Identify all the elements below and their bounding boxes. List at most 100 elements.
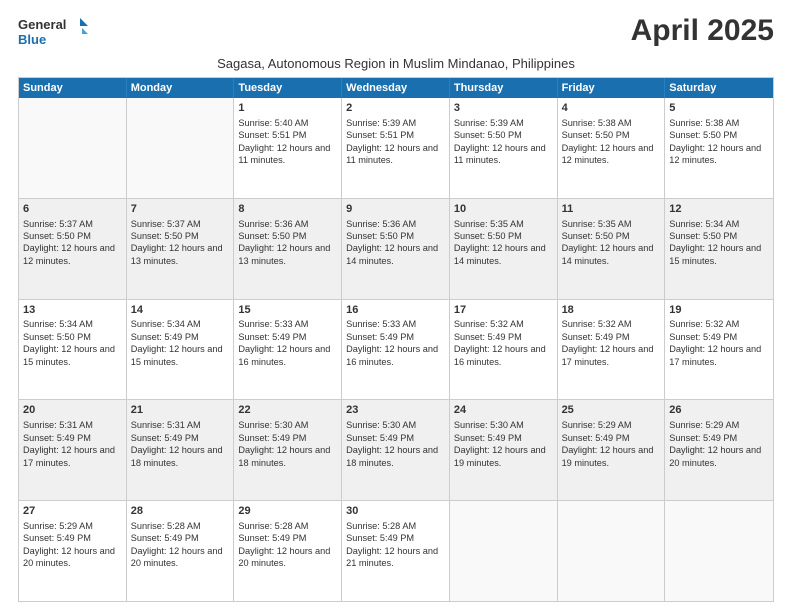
day-info: Daylight: 12 hours and 15 minutes. <box>23 343 122 368</box>
day-number: 17 <box>454 303 553 318</box>
day-info: Sunset: 5:49 PM <box>346 532 445 544</box>
calendar-cell: 14Sunrise: 5:34 AMSunset: 5:49 PMDayligh… <box>127 300 235 400</box>
calendar-cell: 18Sunrise: 5:32 AMSunset: 5:49 PMDayligh… <box>558 300 666 400</box>
day-info: Sunrise: 5:36 AM <box>346 218 445 230</box>
day-info: Sunset: 5:49 PM <box>238 432 337 444</box>
day-number: 14 <box>131 303 230 318</box>
day-number: 18 <box>562 303 661 318</box>
day-number: 25 <box>562 403 661 418</box>
day-info: Sunset: 5:51 PM <box>238 129 337 141</box>
day-info: Sunset: 5:50 PM <box>562 129 661 141</box>
day-info: Daylight: 12 hours and 17 minutes. <box>669 343 769 368</box>
day-info: Daylight: 12 hours and 14 minutes. <box>346 242 445 267</box>
calendar-cell <box>450 501 558 601</box>
day-info: Sunrise: 5:29 AM <box>562 419 661 431</box>
day-info: Sunset: 5:49 PM <box>23 432 122 444</box>
calendar-row-4: 27Sunrise: 5:29 AMSunset: 5:49 PMDayligh… <box>19 501 773 601</box>
calendar: SundayMondayTuesdayWednesdayThursdayFrid… <box>18 77 774 602</box>
day-info: Sunset: 5:49 PM <box>454 331 553 343</box>
day-number: 15 <box>238 303 337 318</box>
calendar-cell <box>19 98 127 198</box>
day-info: Sunrise: 5:37 AM <box>131 218 230 230</box>
day-number: 13 <box>23 303 122 318</box>
day-info: Sunset: 5:49 PM <box>669 331 769 343</box>
day-info: Sunset: 5:49 PM <box>669 432 769 444</box>
day-info: Daylight: 12 hours and 12 minutes. <box>23 242 122 267</box>
day-info: Sunrise: 5:30 AM <box>238 419 337 431</box>
day-number: 2 <box>346 101 445 116</box>
day-info: Daylight: 12 hours and 13 minutes. <box>131 242 230 267</box>
day-info: Sunrise: 5:34 AM <box>23 318 122 330</box>
day-info: Daylight: 12 hours and 14 minutes. <box>562 242 661 267</box>
calendar-cell: 28Sunrise: 5:28 AMSunset: 5:49 PMDayligh… <box>127 501 235 601</box>
weekday-header-thursday: Thursday <box>450 78 558 98</box>
day-info: Sunset: 5:49 PM <box>131 532 230 544</box>
day-number: 6 <box>23 202 122 217</box>
day-info: Sunrise: 5:29 AM <box>669 419 769 431</box>
calendar-cell: 17Sunrise: 5:32 AMSunset: 5:49 PMDayligh… <box>450 300 558 400</box>
day-info: Daylight: 12 hours and 13 minutes. <box>238 242 337 267</box>
day-info: Daylight: 12 hours and 16 minutes. <box>454 343 553 368</box>
day-number: 30 <box>346 504 445 519</box>
calendar-cell: 23Sunrise: 5:30 AMSunset: 5:49 PMDayligh… <box>342 400 450 500</box>
day-number: 22 <box>238 403 337 418</box>
subtitle: Sagasa, Autonomous Region in Muslim Mind… <box>18 56 774 71</box>
day-info: Sunrise: 5:28 AM <box>346 520 445 532</box>
title-block: April 2025 <box>631 14 774 48</box>
day-number: 23 <box>346 403 445 418</box>
day-info: Sunrise: 5:39 AM <box>346 117 445 129</box>
day-info: Sunset: 5:50 PM <box>562 230 661 242</box>
calendar-row-0: 1Sunrise: 5:40 AMSunset: 5:51 PM Daylight… <box>19 98 773 199</box>
day-number: 8 <box>238 202 337 217</box>
day-info: Sunset: 5:49 PM <box>238 331 337 343</box>
day-number: 12 <box>669 202 769 217</box>
day-info: Sunset: 5:49 PM <box>346 331 445 343</box>
day-info: Sunrise: 5:35 AM <box>454 218 553 230</box>
day-info: Sunrise: 5:31 AM <box>23 419 122 431</box>
calendar-cell: 20Sunrise: 5:31 AMSunset: 5:49 PMDayligh… <box>19 400 127 500</box>
day-info: Sunrise: 5:38 AM <box>562 117 661 129</box>
page: General Blue April 2025 Sagasa, Autonomo… <box>0 0 792 612</box>
calendar-cell: 22Sunrise: 5:30 AMSunset: 5:49 PMDayligh… <box>234 400 342 500</box>
calendar-cell: 29Sunrise: 5:28 AMSunset: 5:49 PMDayligh… <box>234 501 342 601</box>
svg-text:Blue: Blue <box>18 32 46 47</box>
day-number: 28 <box>131 504 230 519</box>
day-info: Daylight: 12 hours and 18 minutes. <box>131 444 230 469</box>
calendar-cell: 27Sunrise: 5:29 AMSunset: 5:49 PMDayligh… <box>19 501 127 601</box>
day-info: Sunrise: 5:40 AM <box>238 117 337 129</box>
day-number: 7 <box>131 202 230 217</box>
day-number: 1 <box>238 101 337 116</box>
day-info: Sunset: 5:49 PM <box>562 331 661 343</box>
calendar-cell: 5Sunrise: 5:38 AMSunset: 5:50 PMDaylight… <box>665 98 773 198</box>
day-info: Sunset: 5:50 PM <box>669 129 769 141</box>
day-info: Sunrise: 5:36 AM <box>238 218 337 230</box>
calendar-header: SundayMondayTuesdayWednesdayThursdayFrid… <box>19 78 773 98</box>
day-info: Sunset: 5:50 PM <box>23 230 122 242</box>
day-info: Daylight: 12 hours and 19 minutes. <box>454 444 553 469</box>
day-info: Daylight: 12 hours and 20 minutes. <box>238 545 337 570</box>
calendar-row-3: 20Sunrise: 5:31 AMSunset: 5:49 PMDayligh… <box>19 400 773 501</box>
day-info: Daylight: 12 hours and 18 minutes. <box>346 444 445 469</box>
calendar-cell: 19Sunrise: 5:32 AMSunset: 5:49 PMDayligh… <box>665 300 773 400</box>
day-info: Sunset: 5:50 PM <box>454 230 553 242</box>
weekday-header-saturday: Saturday <box>665 78 773 98</box>
day-info: Sunrise: 5:32 AM <box>454 318 553 330</box>
day-info: Daylight: 12 hours and 12 minutes. <box>669 142 769 167</box>
day-info: Sunset: 5:49 PM <box>346 432 445 444</box>
calendar-body: 1Sunrise: 5:40 AMSunset: 5:51 PM Daylight… <box>19 98 773 601</box>
day-info: Sunset: 5:50 PM <box>23 331 122 343</box>
calendar-cell <box>665 501 773 601</box>
day-info: Daylight: 12 hours and 11 minutes. <box>454 142 553 167</box>
calendar-cell: 12Sunrise: 5:34 AMSunset: 5:50 PMDayligh… <box>665 199 773 299</box>
day-info: Sunrise: 5:33 AM <box>346 318 445 330</box>
calendar-cell: 26Sunrise: 5:29 AMSunset: 5:49 PMDayligh… <box>665 400 773 500</box>
day-info: Sunrise: 5:34 AM <box>669 218 769 230</box>
day-info: Sunset: 5:49 PM <box>454 432 553 444</box>
day-number: 4 <box>562 101 661 116</box>
day-info: Sunrise: 5:33 AM <box>238 318 337 330</box>
calendar-cell: 4Sunrise: 5:38 AMSunset: 5:50 PMDaylight… <box>558 98 666 198</box>
day-info: Sunset: 5:50 PM <box>131 230 230 242</box>
day-info: Sunset: 5:49 PM <box>562 432 661 444</box>
main-title: April 2025 <box>631 14 774 48</box>
day-number: 19 <box>669 303 769 318</box>
